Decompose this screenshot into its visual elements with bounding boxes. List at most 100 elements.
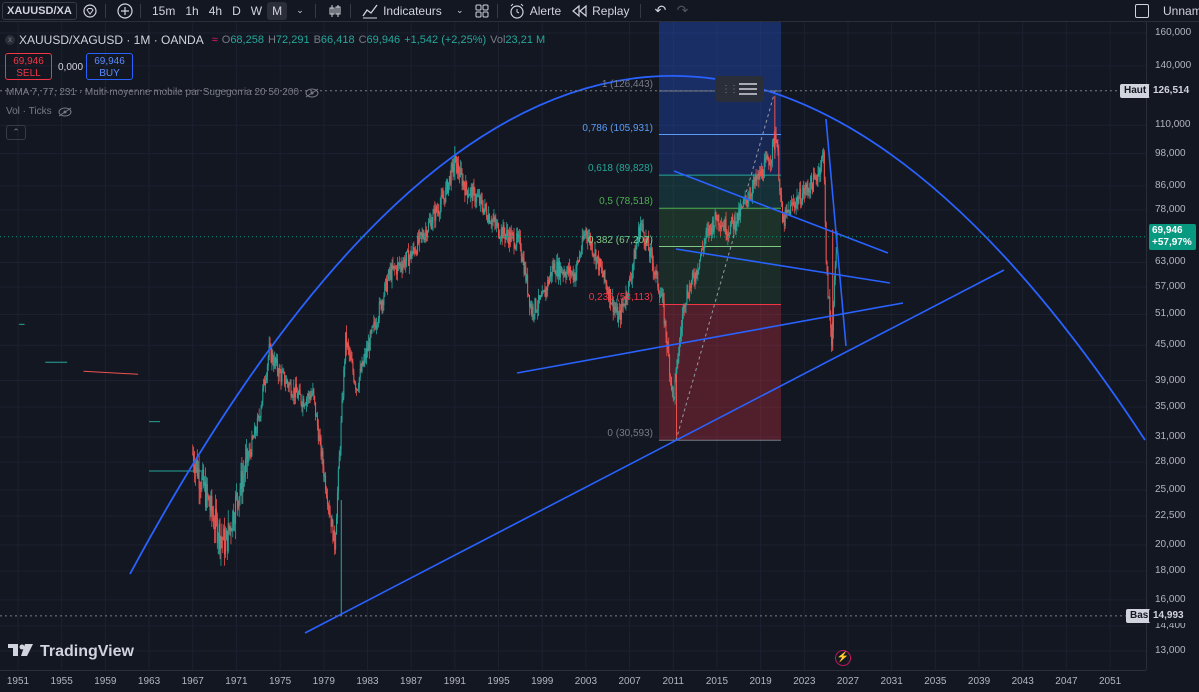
candle-body xyxy=(326,490,328,497)
candle-body xyxy=(264,379,266,386)
candle-body xyxy=(307,393,309,398)
legend-vol-value: 23,21 M xyxy=(505,34,546,46)
templates-grid-icon[interactable] xyxy=(473,2,491,20)
candle-body xyxy=(417,236,419,244)
redo-icon[interactable]: ↷ xyxy=(673,2,691,20)
time-axis[interactable]: 1951 1955 1959 1963 1967 1971 1975 1979 1983 1987… xyxy=(0,670,1146,692)
buy-button[interactable]: 69,946 BUY xyxy=(86,53,133,80)
candle-body xyxy=(761,168,763,176)
layout-checkbox[interactable] xyxy=(1135,4,1149,18)
candle-body xyxy=(560,266,562,273)
candle-body xyxy=(801,202,803,205)
interval-dropdown-icon[interactable]: ⌄ xyxy=(291,2,309,20)
candle-body xyxy=(468,195,470,197)
candle-body xyxy=(696,270,698,275)
candle-body xyxy=(726,235,728,237)
compare-plus-icon[interactable] xyxy=(116,2,134,20)
candle-body xyxy=(655,271,657,275)
candle-body xyxy=(475,200,477,203)
replay-button[interactable]: Replay xyxy=(566,2,634,20)
settings-list-icon[interactable] xyxy=(738,81,758,97)
interval-w[interactable]: W xyxy=(246,2,267,20)
candle-body xyxy=(318,435,320,441)
legend-wave-icon: ≈ xyxy=(211,34,218,46)
candle-body xyxy=(302,399,304,408)
candle-body xyxy=(597,255,599,258)
candle-body xyxy=(566,271,568,278)
candle-body xyxy=(338,456,340,469)
candle-body xyxy=(299,389,301,395)
candle-body xyxy=(351,360,353,363)
eye-hidden-icon[interactable] xyxy=(58,107,72,117)
candle-body xyxy=(605,280,607,285)
candle-body xyxy=(275,357,277,364)
candle-body xyxy=(804,190,806,195)
chart-pane[interactable] xyxy=(0,22,1146,670)
candle-body xyxy=(378,302,380,319)
candle-body xyxy=(360,368,362,372)
interval-d[interactable]: D xyxy=(227,2,246,20)
interval-m[interactable]: M xyxy=(267,1,288,20)
separator xyxy=(350,3,352,18)
candles-chart-type-icon[interactable] xyxy=(326,2,344,20)
candle-body xyxy=(733,216,735,229)
candle-body xyxy=(513,234,515,249)
candle-body xyxy=(791,202,793,205)
candle-body xyxy=(771,141,773,160)
candle-body xyxy=(614,307,616,310)
price-tick: 110,000 xyxy=(1155,119,1191,131)
candle-body xyxy=(237,501,239,508)
candle-body xyxy=(763,162,765,178)
sell-button[interactable]: 69,946 SELL xyxy=(5,53,52,80)
candle-body xyxy=(793,201,795,206)
candle-body xyxy=(555,273,557,276)
interval-4h[interactable]: 4h xyxy=(204,2,227,20)
price-tick: 39,000 xyxy=(1155,374,1186,386)
price-axis[interactable]: 160,000 140,000 110,000 98,000 86,000 78,000 6… xyxy=(1120,22,1199,670)
legend-h-label: H xyxy=(267,34,276,46)
candle-body xyxy=(507,230,509,236)
candle-body xyxy=(432,213,434,223)
candle-body xyxy=(595,250,597,265)
undo-icon[interactable]: ↶ xyxy=(651,2,669,20)
candle-body xyxy=(681,315,683,329)
candle-body xyxy=(485,203,487,210)
floating-drawing-toolbar[interactable]: ⋮⋮ xyxy=(715,76,764,102)
interval-1h[interactable]: 1h xyxy=(180,2,203,20)
candle-body xyxy=(329,512,331,516)
indicators-dropdown-icon[interactable]: ⌄ xyxy=(451,2,469,20)
candle-body xyxy=(434,208,436,221)
alert-button[interactable]: Alerte xyxy=(504,2,566,20)
symbol-search-button[interactable]: XAUUSD/XAG xyxy=(2,1,77,20)
candle-body xyxy=(349,354,351,356)
legend-close-icon[interactable]: x xyxy=(5,35,15,45)
trendlines[interactable] xyxy=(129,74,1146,634)
lightning-icon[interactable]: ⚡ xyxy=(835,650,851,666)
eye-hidden-icon[interactable] xyxy=(305,88,319,98)
candle-body xyxy=(235,493,237,497)
candle-body xyxy=(231,530,233,532)
candle-body xyxy=(690,285,692,288)
candle-body xyxy=(414,249,416,254)
layout-name[interactable]: Unnamed xyxy=(1163,4,1199,18)
candle-body xyxy=(799,188,801,198)
interval-15m[interactable]: 15m xyxy=(147,2,180,20)
candle-body xyxy=(330,515,332,527)
candle-body xyxy=(546,287,548,291)
candle-body xyxy=(713,225,715,232)
recent-drop-line xyxy=(825,118,847,347)
indicators-button[interactable]: Indicateurs xyxy=(357,2,447,20)
candle-body xyxy=(265,380,267,386)
candle-body xyxy=(533,314,535,316)
candle-body xyxy=(578,260,580,262)
arc-curve xyxy=(129,74,1146,575)
watchlist-diamond-icon[interactable] xyxy=(81,2,99,20)
drag-handle-icon[interactable]: ⋮⋮ xyxy=(721,84,739,95)
candle-body xyxy=(308,393,310,397)
candle-body xyxy=(672,387,674,398)
indicator-volume[interactable]: Vol · Ticks xyxy=(6,106,72,117)
collapse-legend-chevron-up-icon[interactable]: ⌃ xyxy=(6,125,26,140)
candle-body xyxy=(201,476,203,490)
indicator-mma[interactable]: MMA 7, 77, 231 · Multi-moyenne mobile pa… xyxy=(6,87,319,98)
candle-body xyxy=(282,371,284,373)
